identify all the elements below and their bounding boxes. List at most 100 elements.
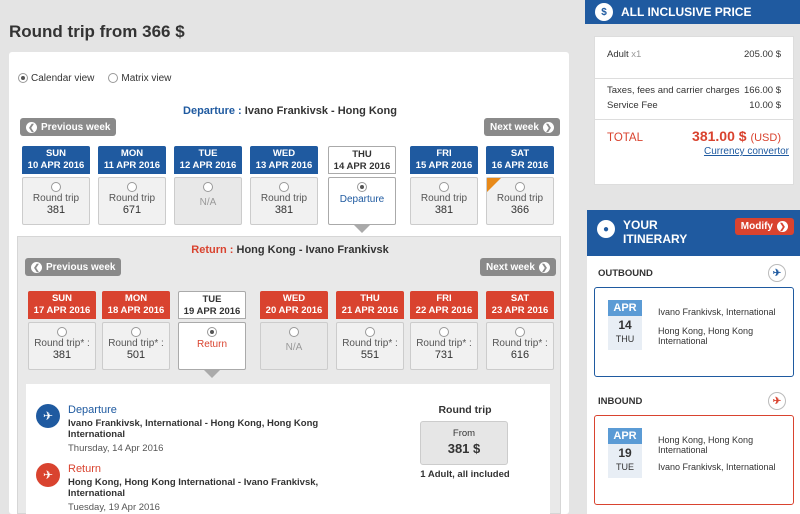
best-price-ribbon-icon — [487, 178, 501, 192]
round-trip-label: Round trip — [438, 404, 492, 416]
day-cell: WED 20 APR 2016 N/A — [260, 291, 328, 370]
day-radio[interactable] — [515, 182, 525, 192]
page-title: Round trip from 366 $ — [9, 22, 185, 41]
day-label: Departure — [339, 194, 385, 205]
plane-takeoff-icon: ✈ — [768, 264, 786, 282]
matrix-view-option[interactable]: Matrix view — [108, 73, 171, 84]
total-value: 381.00 $ — [692, 128, 747, 144]
previous-week-label: Previous week — [46, 261, 116, 273]
day-cell[interactable]: FRI 22 APR 2016 Round trip* :731 — [410, 291, 478, 370]
day-label: Round trip — [32, 193, 80, 204]
day-label: Round trip* : — [34, 338, 90, 349]
day-header: SAT 23 APR 2016 — [486, 291, 554, 319]
departure-previous-week-button[interactable]: ❮ Previous week — [20, 118, 117, 136]
day-of-week: THU — [360, 293, 380, 304]
day-label: Round trip* : — [342, 338, 398, 349]
price-panel-header: $ ALL INCLUSIVE PRICE — [585, 0, 800, 24]
day-cell[interactable]: FRI 15 APR 2016 Round trip 381 — [410, 146, 478, 225]
service-fee-row: Service Fee 10.00 $ — [595, 100, 793, 111]
day-cell[interactable]: SAT 23 APR 2016 Round trip* :616 — [486, 291, 554, 370]
round-trip-price-button[interactable]: From 381 $ — [420, 421, 508, 465]
day-cell[interactable]: SAT 16 APR 2016 Round trip 366 — [486, 146, 554, 225]
day-cell[interactable]: THU 14 APR 2016 Departure — [328, 146, 396, 233]
day-radio[interactable] — [439, 182, 449, 192]
day-radio[interactable] — [127, 182, 137, 192]
chevron-right-icon: ❯ — [542, 121, 554, 133]
matrix-view-radio[interactable] — [108, 73, 119, 84]
day-radio — [203, 182, 213, 192]
modify-button[interactable]: Modify ❯ — [734, 218, 794, 235]
outbound-date-calendar: APR 14 THU — [608, 300, 642, 350]
taxes-value: 166.00 $ — [744, 85, 781, 96]
day-radio[interactable] — [357, 182, 367, 192]
day-radio[interactable] — [515, 327, 525, 337]
day-cell[interactable]: TUE 19 APR 2016 Return — [178, 291, 246, 378]
day-radio[interactable] — [279, 182, 289, 192]
adult-qty: x1 — [631, 49, 642, 60]
price-breakdown: Adult x1 205.00 $ Taxes, fees and carrie… — [594, 36, 794, 185]
day-header: WED 20 APR 2016 — [260, 291, 328, 319]
inbound-section: INBOUND ✈ — [587, 392, 800, 410]
calendar-view-radio[interactable] — [18, 73, 28, 84]
next-week-label: Next week — [486, 261, 535, 273]
day-price: 366 — [510, 204, 530, 216]
day-cell[interactable]: MON 18 APR 2016 Round trip* :501 — [102, 291, 170, 370]
plane-landing-icon: ✈ — [36, 463, 60, 487]
plane-landing-icon: ✈ — [768, 392, 786, 410]
day-of-week: THU — [352, 149, 372, 160]
outbound-month: APR — [608, 300, 642, 316]
return-route-title: Return : Hong Kong - Ivano Frankivsk — [120, 244, 460, 256]
calendar-view-option[interactable]: Calendar view — [18, 73, 94, 84]
day-header: THU 21 APR 2016 — [336, 291, 404, 319]
day-date: 13 APR 2016 — [255, 160, 313, 171]
inbound-day: 19 — [618, 446, 632, 460]
departure-next-week-button[interactable]: Next week ❯ — [484, 118, 560, 136]
day-price: 731 — [434, 349, 454, 361]
day-label: N/A — [285, 342, 303, 353]
summary-return-date: Tuesday, 19 Apr 2016 — [68, 502, 160, 513]
return-next-week-button[interactable]: Next week ❯ — [480, 258, 556, 276]
day-date: 10 APR 2016 — [27, 160, 85, 171]
chevron-right-icon: ❯ — [538, 261, 550, 273]
day-cell[interactable]: WED 13 APR 2016 Round trip 381 — [250, 146, 318, 225]
day-price: 381 — [434, 204, 454, 216]
currency-convertor-link[interactable]: Currency convertor — [595, 146, 793, 157]
day-label: Round trip — [420, 193, 468, 204]
selected-pointer-icon — [353, 224, 371, 233]
day-cell[interactable]: SUN 17 APR 2016 Round trip* :381 — [28, 291, 96, 370]
itinerary-title-2: ITINERARY — [623, 232, 688, 246]
day-radio[interactable] — [207, 327, 217, 337]
matrix-view-label: Matrix view — [121, 73, 172, 84]
day-radio[interactable] — [439, 327, 449, 337]
day-radio[interactable] — [131, 327, 141, 337]
day-radio[interactable] — [365, 327, 375, 337]
outbound-section: OUTBOUND ✈ — [587, 264, 800, 282]
return-previous-week-button[interactable]: ❮ Previous week — [25, 258, 122, 276]
itinerary-header: ● YOUR ITINERARY Modify ❯ — [587, 210, 800, 256]
day-header: MON 11 APR 2016 — [98, 146, 166, 174]
day-header: THU 14 APR 2016 — [328, 146, 396, 174]
selected-pointer-icon — [203, 369, 221, 378]
divider — [595, 78, 793, 79]
taxes-row: Taxes, fees and carrier charges 166.00 $ — [595, 85, 793, 96]
day-radio[interactable] — [51, 182, 61, 192]
day-cell[interactable]: MON 11 APR 2016 Round trip 671 — [98, 146, 166, 225]
day-radio[interactable] — [57, 327, 67, 337]
total-currency: (USD) — [750, 132, 781, 144]
inbound-leg-card: APR 19 TUE Hong Kong, Hong Kong Internati… — [594, 415, 794, 505]
total-label: TOTAL — [607, 132, 643, 144]
day-date: 16 APR 2016 — [491, 160, 549, 171]
day-price: 616 — [510, 349, 530, 361]
price-from-label: From — [452, 428, 476, 439]
day-cell[interactable]: SUN 10 APR 2016 Round trip 381 — [22, 146, 90, 225]
day-cell[interactable]: THU 21 APR 2016 Round trip* :551 — [336, 291, 404, 370]
total-row: TOTAL 381.00 $ (USD) — [595, 128, 793, 144]
day-of-week: SAT — [510, 293, 530, 304]
departure-route-title: Departure : Ivano Frankivsk - Hong Kong — [120, 105, 460, 117]
day-date: 15 APR 2016 — [415, 160, 473, 171]
return-route: Hong Kong - Ivano Frankivsk — [236, 244, 389, 256]
calendar-view-label: Calendar view — [31, 73, 95, 84]
day-radio — [289, 327, 299, 337]
day-label: Round trip — [496, 193, 544, 204]
outbound-to: Hong Kong, Hong Kong International — [658, 326, 754, 346]
